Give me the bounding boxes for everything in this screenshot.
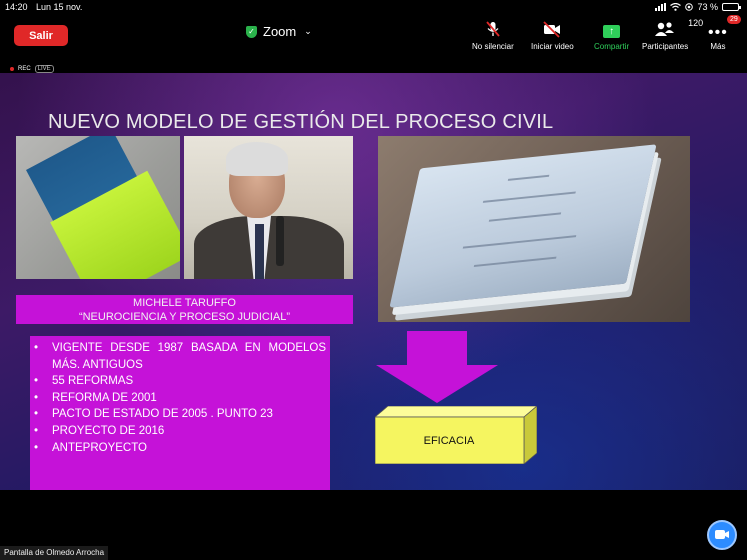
reform-list: VIGENTE DESDE 1987 BASADA EN MODELOSMÁS.… [34, 340, 326, 457]
share-screen-icon: ↑ [603, 25, 621, 38]
start-video-label: Iniciar video [531, 42, 574, 51]
start-video-button[interactable]: Iniciar video [531, 20, 574, 51]
status-bar: 14:20 Lun 15 nov. 73 % [0, 0, 747, 14]
participants-icon [655, 22, 675, 36]
battery-icon [722, 3, 741, 11]
unmute-button[interactable]: No silenciar [472, 20, 514, 51]
chat-icon [715, 530, 729, 539]
clock-date: Lun 15 nov. [36, 2, 83, 12]
battery-percent: 73 % [697, 2, 718, 12]
clock-time: 14:20 [5, 2, 28, 12]
security-shield-icon: ✓ [246, 25, 257, 38]
reform-list-box: VIGENTE DESDE 1987 BASADA EN MODELOSMÁS.… [30, 336, 330, 490]
notification-badge: 29 [727, 15, 741, 24]
more-button[interactable]: ••• 29 Más [708, 15, 741, 51]
reform-list-item: PACTO DE ESTADO DE 2005 . PUNTO 23 [34, 406, 326, 423]
reform-list-item: MÁS. ANTIGUOS [52, 358, 143, 371]
microphone-icon [276, 216, 284, 266]
unmute-label: No silenciar [472, 42, 514, 51]
mic-muted-icon [486, 21, 500, 37]
more-icon: ••• [708, 24, 728, 41]
rec-label: REC [18, 66, 31, 72]
slide-title: NUEVO MODELO DE GESTIÓN DEL PROCESO CIVI… [48, 111, 554, 133]
reform-list-item: VIGENTE DESDE 1987 BASADA EN MODELOS [34, 340, 326, 357]
book-photo [16, 136, 180, 279]
document-photo [378, 136, 690, 322]
shared-screen-slide: NUEVO MODELO DE GESTIÓN DEL PROCESO CIVI… [0, 73, 747, 490]
reform-list-item: 55 REFORMAS [34, 373, 326, 390]
leave-button[interactable]: Salir [14, 25, 68, 46]
wifi-icon [670, 3, 682, 11]
down-arrow-icon [376, 331, 498, 403]
cellular-signal-icon [655, 3, 667, 11]
author-name: MICHELE TARUFFO [133, 296, 236, 309]
book-title: “NEUROCIENCIA Y PROCESO JUDICIAL” [78, 310, 291, 323]
screen-owner-label: Pantalla de Olmedo Arrocha [0, 546, 109, 560]
recording-dot-icon [10, 67, 14, 71]
live-label: LIVE [34, 65, 54, 73]
status-icons: 73 % [655, 2, 741, 12]
participants-count: 120 [688, 18, 704, 28]
share-label: Compartir [594, 42, 630, 51]
author-caption: MICHELE TARUFFO “NEUROCIENCIA Y PROCESO … [16, 295, 353, 324]
location-icon [685, 3, 694, 11]
reform-list-item: ANTEPROYECTO [34, 440, 326, 457]
more-label: Más [710, 42, 726, 51]
chevron-down-icon: ⌄ [304, 26, 312, 36]
result-label: EFICACIA [423, 434, 475, 447]
participants-label: Participantes [642, 42, 689, 51]
participants-button[interactable]: 120 Participantes [642, 18, 703, 51]
author-photo [184, 136, 353, 279]
chat-button[interactable] [707, 520, 737, 550]
share-screen-button[interactable]: ↑ Compartir [594, 20, 629, 51]
reform-list-item: PROYECTO DE 2016 [34, 423, 326, 440]
reform-list-item: REFORMA DE 2001 [34, 390, 326, 407]
video-off-icon [543, 21, 561, 38]
meeting-info-button[interactable]: ✓ Zoom ⌄ [246, 24, 312, 39]
meeting-title: Zoom [263, 24, 297, 39]
